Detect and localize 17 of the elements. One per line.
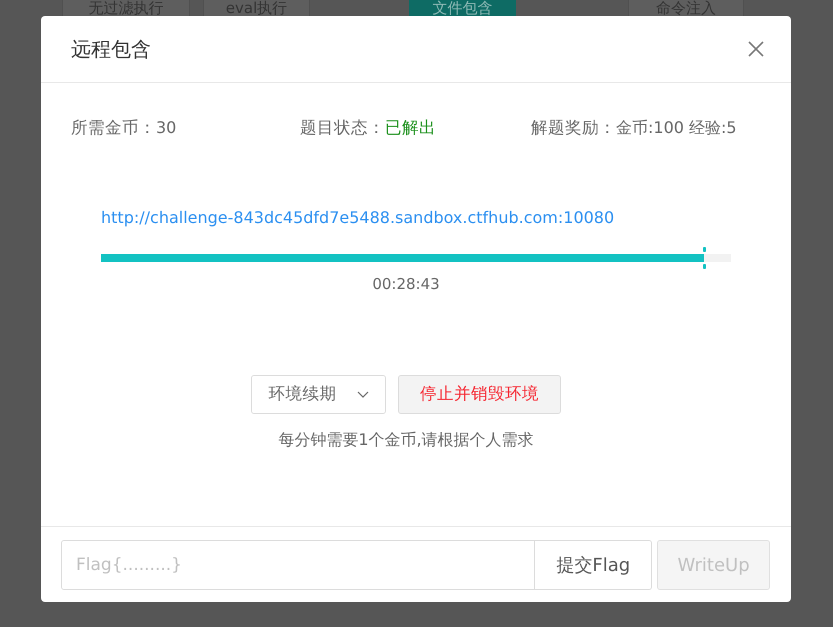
dialog-title: 远程包含 [71, 36, 151, 62]
challenge-url-link[interactable]: http://challenge-843dc45dfd7e5488.sandbox.ctfhub.com:10080 [101, 208, 614, 227]
submit-flag-button[interactable]: 提交Flag [535, 540, 652, 590]
info-label: 解题奖励： [531, 117, 616, 139]
progress-marker-icon [702, 247, 706, 269]
cost-note: 每分钟需要1个金币,请根据个人需求 [278, 429, 534, 451]
status-value: 已解出 [385, 117, 436, 139]
remaining-time: 00:28:43 [372, 274, 440, 295]
renew-dropdown[interactable]: 环境续期 [251, 375, 386, 414]
info-value: 金币:100 经验:5 [616, 117, 737, 139]
close-icon[interactable] [747, 40, 765, 58]
chevron-down-icon [356, 391, 368, 398]
info-value: 30 [156, 117, 176, 139]
flag-input-field[interactable]: Flag{.........} [61, 540, 536, 590]
info-label: 题目状态： [300, 117, 385, 139]
info-label: 所需金币： [71, 117, 156, 139]
stop-environment-button[interactable]: 停止并销毁环境 [398, 375, 561, 414]
